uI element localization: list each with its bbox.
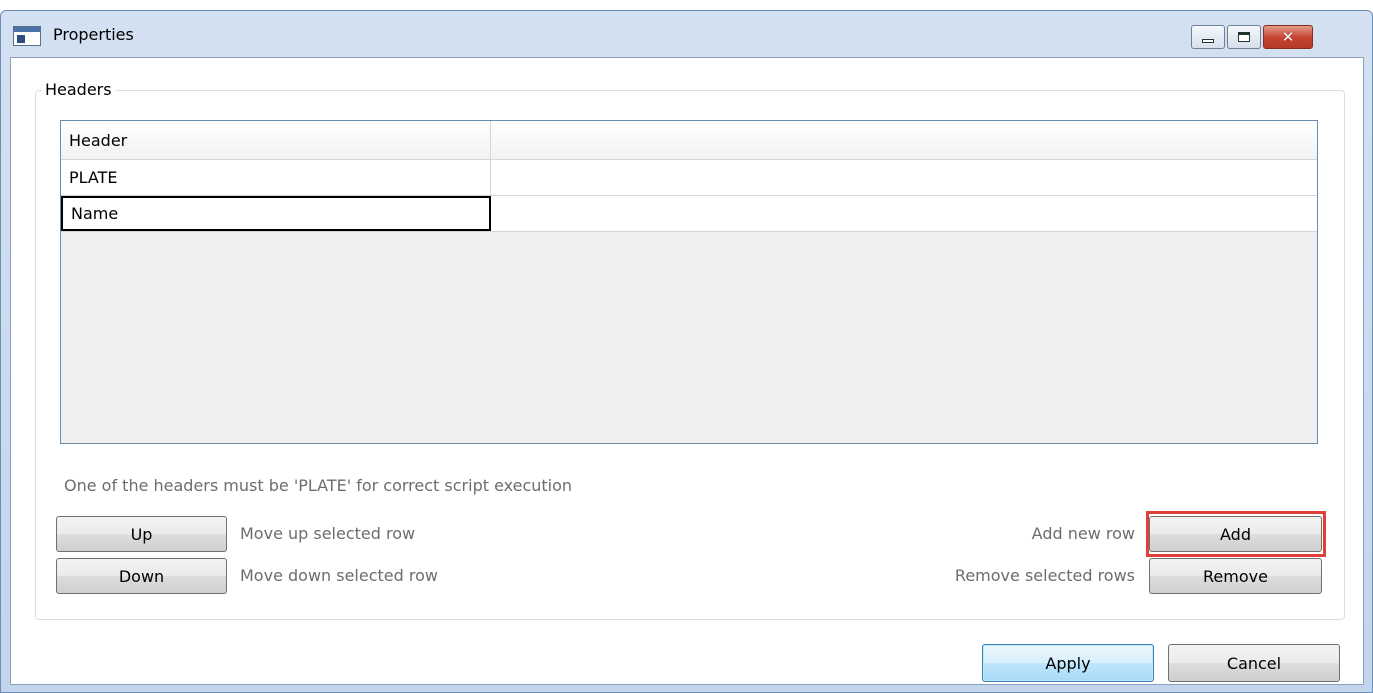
grid-header-row: Header [61,121,1317,160]
window-title: Properties [53,25,134,44]
maximize-button[interactable] [1227,25,1261,49]
close-icon: ✕ [1281,27,1295,46]
headers-group-label: Headers [41,80,116,99]
remove-description: Remove selected rows [954,566,1135,585]
properties-window: Properties ✕ Headers Header PLATE Name O… [0,10,1373,693]
column-header-header[interactable]: Header [61,121,491,159]
plate-hint-text: One of the headers must be 'PLATE' for c… [64,476,573,495]
column-header-empty[interactable] [491,121,1317,159]
apply-button[interactable]: Apply [982,644,1154,682]
table-row[interactable]: PLATE [61,160,1317,196]
table-cell-header[interactable]: PLATE [61,160,491,195]
title-bar[interactable]: Properties ✕ [1,11,1372,57]
table-cell[interactable] [491,196,1317,231]
maximize-icon [1238,32,1250,42]
down-description: Move down selected row [240,566,438,585]
remove-button[interactable]: Remove [1149,558,1322,594]
table-cell[interactable] [491,160,1317,195]
cancel-button[interactable]: Cancel [1168,644,1340,682]
down-button[interactable]: Down [56,558,227,594]
headers-grid[interactable]: Header PLATE Name [60,120,1318,444]
minimize-button[interactable] [1191,25,1225,49]
minimize-icon [1202,39,1214,43]
add-button[interactable]: Add [1149,516,1322,552]
table-row[interactable]: Name [61,196,1317,232]
up-button[interactable]: Up [56,516,227,552]
app-window-icon [13,26,41,46]
table-cell-header-focused[interactable]: Name [61,196,491,231]
dialog-content: Headers Header PLATE Name One of the hea… [10,57,1364,685]
up-description: Move up selected row [240,524,416,543]
add-description: Add new row [1031,524,1135,543]
close-button[interactable]: ✕ [1263,25,1313,49]
